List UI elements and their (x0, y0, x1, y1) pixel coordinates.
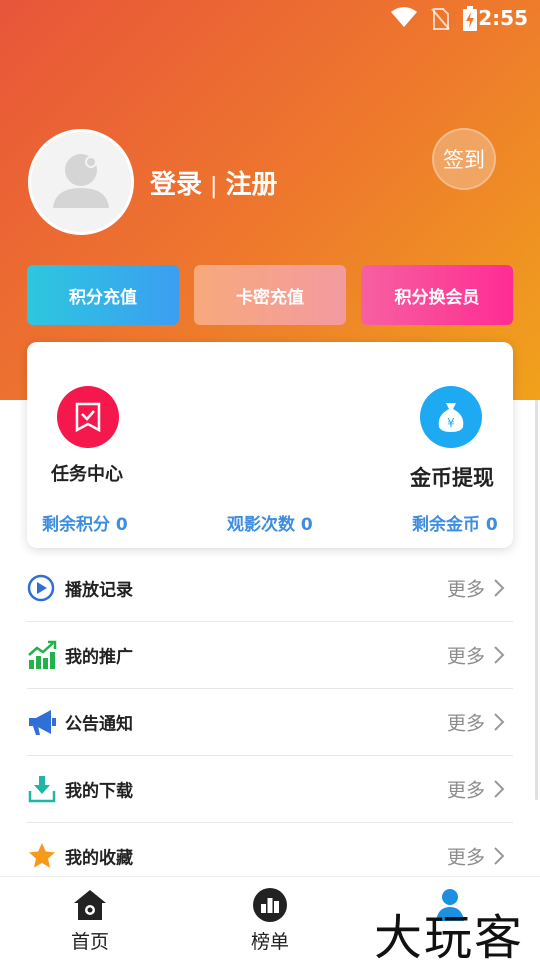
play-icon (27, 574, 55, 602)
login-link[interactable]: 登录 (150, 170, 202, 200)
status-bar: 2:55 (0, 0, 540, 38)
task-center-label[interactable]: 任务中心 (51, 460, 123, 486)
login-register: 登录 | 注册 (150, 164, 277, 201)
more-link[interactable]: 更多 (447, 709, 485, 736)
tab-home[interactable]: 首页 (0, 877, 180, 960)
download-icon (28, 776, 56, 803)
money-bag-icon: ¥ (438, 403, 464, 432)
card-recharge-button[interactable]: 卡密充值 (194, 265, 346, 325)
battery-charging-icon (462, 6, 478, 36)
more-link[interactable]: 更多 (447, 776, 485, 803)
menu-item-my-downloads[interactable]: 我的下载 更多 (27, 756, 513, 823)
more-link[interactable]: 更多 (447, 642, 485, 669)
coin-withdraw-button[interactable]: ¥ (420, 386, 482, 448)
megaphone-icon (29, 710, 56, 735)
remaining-coins: 剩余金币 0 (412, 515, 498, 535)
more-link[interactable]: 更多 (447, 575, 485, 602)
chevron-right-icon (494, 646, 505, 664)
ranking-icon (253, 888, 287, 922)
watch-count: 观影次数 0 (227, 515, 313, 535)
home-icon (74, 890, 106, 920)
tab-ranking-label: 榜单 (250, 931, 289, 953)
menu-item-label: 公告通知 (65, 714, 133, 735)
svg-text:¥: ¥ (447, 416, 455, 430)
menu-item-my-promotion[interactable]: 我的推广 更多 (27, 622, 513, 689)
points-recharge-button[interactable]: 积分充值 (27, 265, 179, 325)
coin-withdraw-label[interactable]: 金币提现 (410, 462, 494, 492)
menu-item-play-history[interactable]: 播放记录 更多 (27, 555, 513, 622)
growth-chart-icon (28, 640, 57, 669)
menu-item-label: 我的收藏 (65, 848, 133, 869)
tab-ranking[interactable]: 榜单 (180, 877, 360, 960)
chevron-right-icon (494, 780, 505, 798)
default-avatar-icon (53, 154, 109, 208)
signin-button[interactable]: 签到 (432, 128, 496, 190)
tab-home-label: 首页 (70, 931, 109, 953)
more-link[interactable]: 更多 (447, 843, 485, 870)
login-separator: | (210, 174, 218, 199)
menu-item-label: 我的下载 (65, 781, 133, 802)
star-icon (29, 843, 55, 868)
no-sim-icon (430, 7, 450, 35)
remaining-points: 剩余积分 0 (42, 515, 128, 535)
task-center-button[interactable] (57, 386, 119, 448)
task-check-icon (75, 402, 101, 433)
menu-list: 播放记录 更多 我的推广 更多 公告通知 更多 我的下载 更多 我的收藏 更多 (27, 555, 513, 890)
menu-item-label: 播放记录 (65, 580, 133, 601)
chevron-right-icon (494, 579, 505, 597)
wifi-icon (390, 5, 418, 33)
menu-item-announcements[interactable]: 公告通知 更多 (27, 689, 513, 756)
chevron-right-icon (494, 713, 505, 731)
points-to-vip-button[interactable]: 积分换会员 (361, 265, 513, 325)
scrollbar[interactable] (535, 400, 538, 800)
clock: 2:55 (478, 6, 528, 30)
user-stats-card: 任务中心 ¥ 金币提现 剩余积分 0 观影次数 0 剩余金币 0 (27, 342, 513, 548)
watermark: 大玩客 (374, 910, 525, 960)
register-link[interactable]: 注册 (225, 170, 277, 200)
avatar[interactable] (28, 129, 134, 235)
menu-item-label: 我的推广 (65, 647, 133, 668)
chevron-right-icon (494, 847, 505, 865)
